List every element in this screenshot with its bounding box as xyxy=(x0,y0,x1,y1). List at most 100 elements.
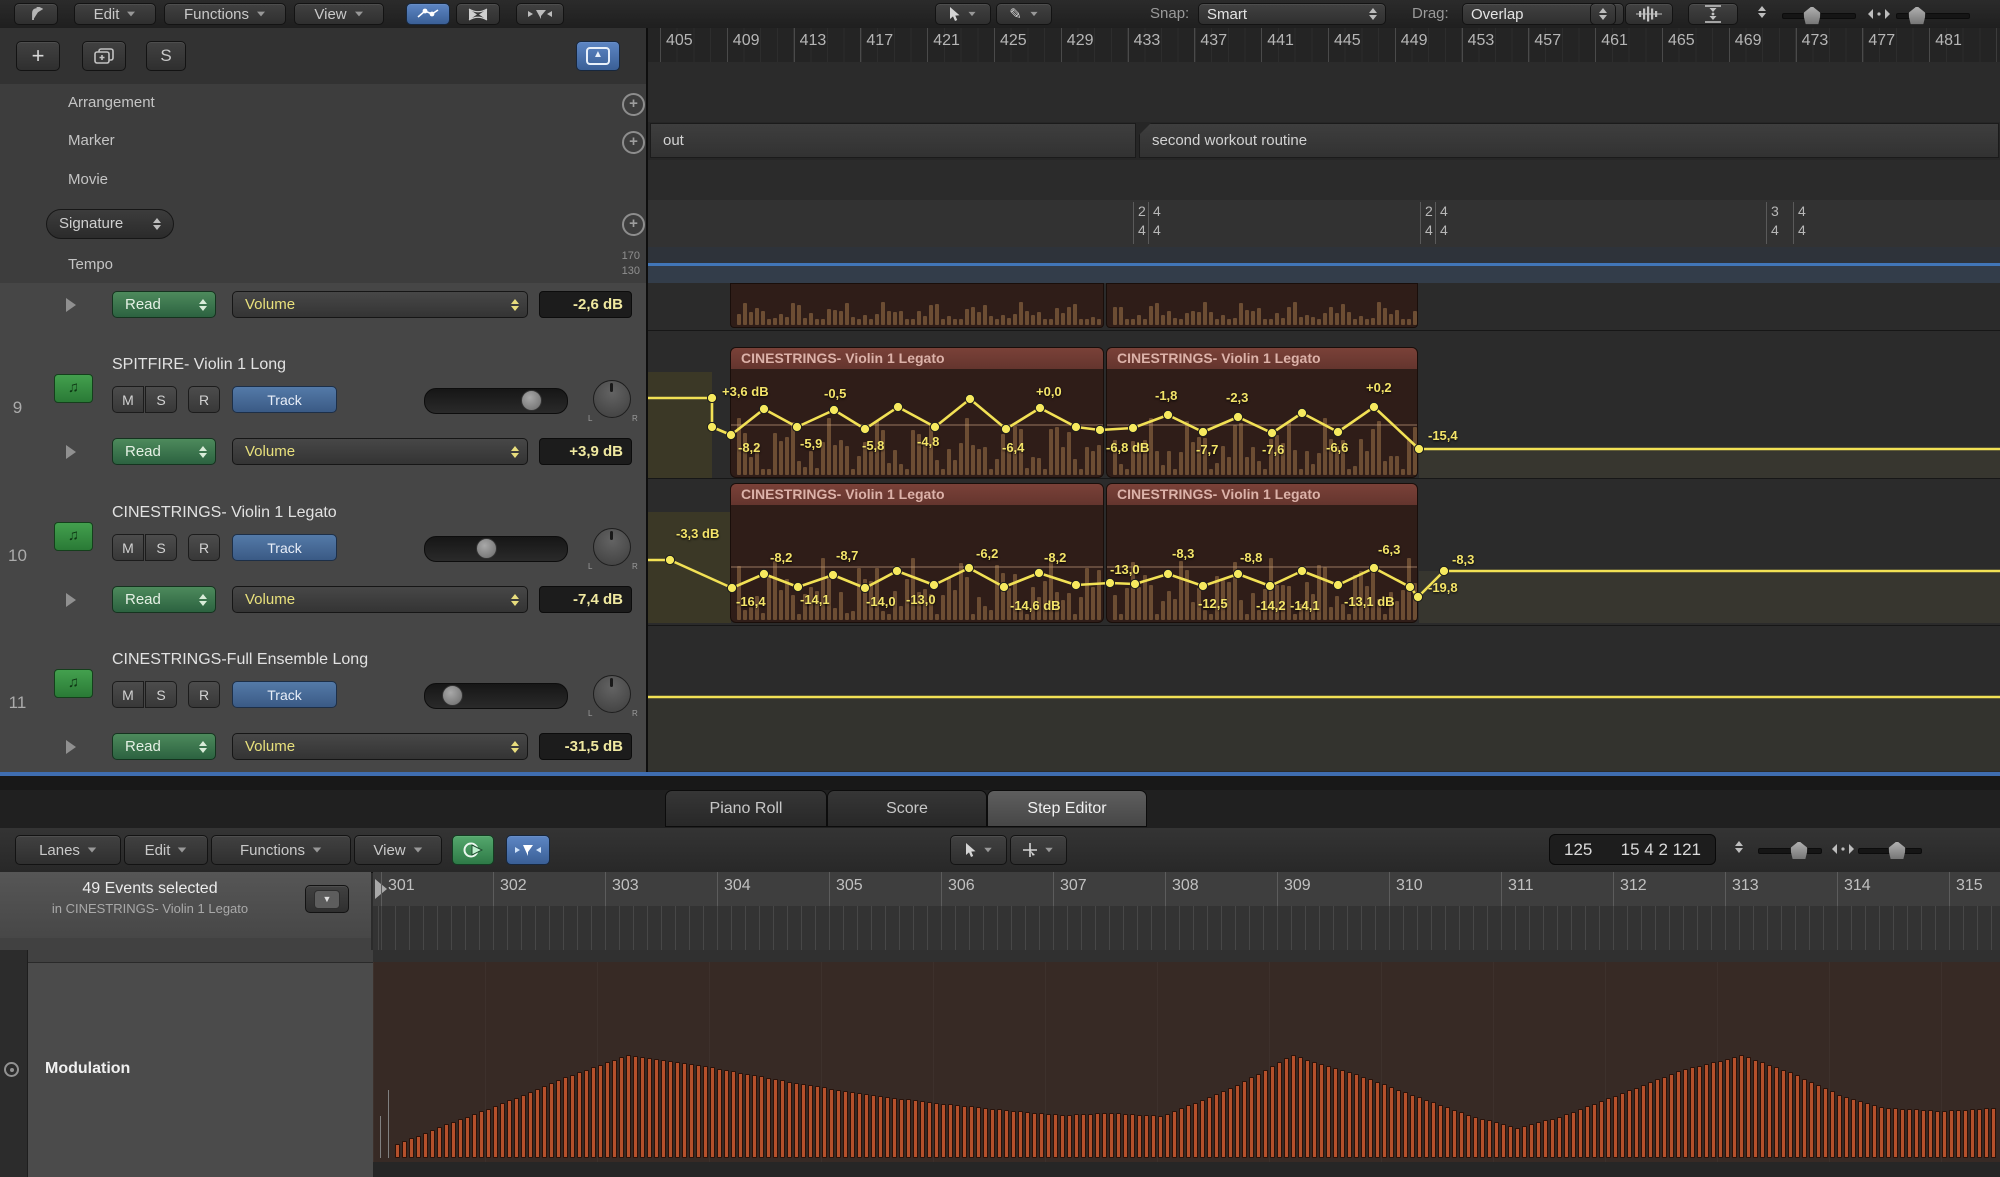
modulation-step-bar[interactable] xyxy=(1788,1072,1793,1158)
modulation-step-bar[interactable] xyxy=(1326,1066,1331,1158)
modulation-step-bar[interactable] xyxy=(1634,1088,1639,1158)
modulation-step-bar[interactable] xyxy=(1739,1055,1744,1158)
modulation-step-bar[interactable] xyxy=(1011,1111,1016,1158)
modulation-step-bar[interactable] xyxy=(1753,1060,1758,1158)
modulation-step-bar[interactable] xyxy=(934,1103,939,1158)
modulation-step-bar[interactable] xyxy=(1074,1114,1079,1158)
modulation-step-bar[interactable] xyxy=(1746,1057,1751,1158)
automation-value-box[interactable]: -31,5 dB xyxy=(539,733,632,760)
arrange-ruler[interactable]: 4054094134174214254294334374414454494534… xyxy=(648,28,2000,63)
automation-toggle-button[interactable] xyxy=(406,3,450,25)
modulation-step-bar[interactable] xyxy=(1186,1105,1191,1158)
modulation-step-bar[interactable] xyxy=(528,1092,533,1158)
modulation-step-bar[interactable] xyxy=(1914,1109,1919,1158)
modulation-step-bar[interactable] xyxy=(1270,1066,1275,1158)
modulation-step-bar[interactable] xyxy=(1466,1115,1471,1158)
midi-in-toggle-button[interactable] xyxy=(452,835,494,865)
modulation-step-bar[interactable] xyxy=(689,1064,694,1158)
modulation-step-bar[interactable] xyxy=(1445,1107,1450,1158)
modulation-step-bar[interactable] xyxy=(1760,1062,1765,1158)
modulation-step-bar[interactable] xyxy=(570,1075,575,1158)
signature-event[interactable]: 44 xyxy=(1435,202,1448,244)
modulation-step-bar[interactable] xyxy=(703,1066,708,1158)
modulation-step-bar[interactable] xyxy=(738,1073,743,1158)
modulation-step-bar[interactable] xyxy=(1781,1070,1786,1158)
modulation-step-bar[interactable] xyxy=(850,1092,855,1158)
snap-select[interactable]: Smart xyxy=(1198,3,1386,25)
modulation-step-bar[interactable] xyxy=(1354,1074,1359,1158)
modulation-step-bar[interactable] xyxy=(1872,1105,1877,1158)
modulation-step-bar[interactable] xyxy=(1865,1103,1870,1158)
modulation-step-bar[interactable] xyxy=(612,1060,617,1158)
modulation-step-bar[interactable] xyxy=(605,1062,610,1158)
modulation-step-bar[interactable] xyxy=(864,1094,869,1158)
signature-event[interactable]: 24 xyxy=(1420,202,1433,244)
modulation-step-bar[interactable] xyxy=(409,1138,414,1158)
pan-knob[interactable]: LR xyxy=(590,378,634,422)
modulation-step-bar[interactable] xyxy=(430,1130,435,1158)
modulation-step-bar[interactable] xyxy=(1487,1120,1492,1158)
modulation-step-bar[interactable] xyxy=(1480,1119,1485,1158)
modulation-step-bar[interactable] xyxy=(1340,1070,1345,1158)
modulation-step-bar[interactable] xyxy=(801,1084,806,1158)
modulation-step-bar[interactable] xyxy=(1949,1110,1954,1158)
modulation-step-bar[interactable] xyxy=(1235,1085,1240,1158)
modulation-step-bar[interactable] xyxy=(1991,1108,1996,1158)
modulation-step-bar[interactable] xyxy=(1095,1113,1100,1158)
modulation-step-bar[interactable] xyxy=(640,1057,645,1158)
step-h-zoom-slider-thumb[interactable] xyxy=(1888,841,1906,860)
modulation-step-bar[interactable] xyxy=(1984,1108,1989,1158)
pencil-tool-menu[interactable]: ✎ xyxy=(996,3,1052,25)
modulation-step-bar[interactable] xyxy=(1606,1098,1611,1158)
modulation-step-bar[interactable] xyxy=(1368,1079,1373,1158)
midi-region[interactable] xyxy=(730,283,1104,328)
lane-enable-icon[interactable] xyxy=(4,1062,19,1077)
flex-toggle-button[interactable] xyxy=(456,3,500,25)
modulation-step-bar[interactable] xyxy=(633,1056,638,1158)
modulation-step-bar[interactable] xyxy=(1333,1068,1338,1158)
modulation-step-bar[interactable] xyxy=(1529,1124,1534,1158)
modulation-step-bar[interactable] xyxy=(1081,1114,1086,1158)
track-header-9[interactable]: 9SPITFIRE- Violin 1 Long♫MSRTrackLRReadV… xyxy=(0,330,648,479)
midi-region[interactable]: CINESTRINGS- Violin 1 Legato xyxy=(730,347,1104,478)
modulation-step-bar[interactable] xyxy=(1424,1100,1429,1158)
modulation-step-bar[interactable] xyxy=(1823,1088,1828,1158)
modulation-step-bar[interactable] xyxy=(1137,1115,1142,1158)
modulation-step-bar[interactable] xyxy=(1977,1109,1982,1158)
modulation-step-bar[interactable] xyxy=(1067,1115,1072,1158)
step-v-zoom-stepper[interactable] xyxy=(1735,841,1743,853)
modulation-step-bar[interactable] xyxy=(507,1100,512,1158)
modulation-step-bar[interactable] xyxy=(773,1079,778,1158)
modulation-step-bar[interactable] xyxy=(675,1062,680,1158)
lanes-menu[interactable]: Lanes xyxy=(15,835,121,865)
modulation-step-bar[interactable] xyxy=(1158,1116,1163,1158)
modulation-step-bar[interactable] xyxy=(1109,1113,1114,1158)
modulation-step-bar[interactable] xyxy=(1417,1097,1422,1158)
modulation-step-bar[interactable] xyxy=(1361,1077,1366,1158)
modulation-step-bar[interactable] xyxy=(906,1099,911,1158)
catch-playhead-button[interactable] xyxy=(506,835,550,865)
modulation-step-bar[interactable] xyxy=(1767,1065,1772,1158)
modulation-step-bar[interactable] xyxy=(1389,1087,1394,1158)
modulation-step-bar[interactable] xyxy=(990,1109,995,1158)
modulation-lane[interactable] xyxy=(373,962,2000,1162)
movie-strip[interactable] xyxy=(648,160,2000,201)
modulation-step-bar[interactable] xyxy=(1627,1090,1632,1158)
modulation-step-bar[interactable] xyxy=(752,1075,757,1158)
modulation-step-bar[interactable] xyxy=(1578,1109,1583,1158)
modulation-step-bar[interactable] xyxy=(1851,1099,1856,1158)
modulation-step-bar[interactable] xyxy=(1165,1114,1170,1158)
modulation-step-bar[interactable] xyxy=(1060,1115,1065,1158)
modulation-step-bar[interactable] xyxy=(1557,1117,1562,1158)
modulation-step-bar[interactable] xyxy=(1116,1113,1121,1158)
step-crosshair-tool-menu[interactable] xyxy=(1010,835,1067,865)
modulation-step-bar[interactable] xyxy=(472,1114,477,1158)
modulation-step-bar[interactable] xyxy=(1543,1120,1548,1158)
global-row-tempo[interactable]: Tempo170130 xyxy=(0,247,648,284)
modulation-step-bar[interactable] xyxy=(1669,1074,1674,1158)
modulation-step-bar[interactable] xyxy=(1305,1060,1310,1158)
midi-region[interactable] xyxy=(1106,283,1418,328)
automation-param-select[interactable]: Volume xyxy=(232,733,528,760)
volume-slider-thumb[interactable] xyxy=(442,685,463,706)
modulation-step-bar[interactable] xyxy=(619,1057,624,1158)
